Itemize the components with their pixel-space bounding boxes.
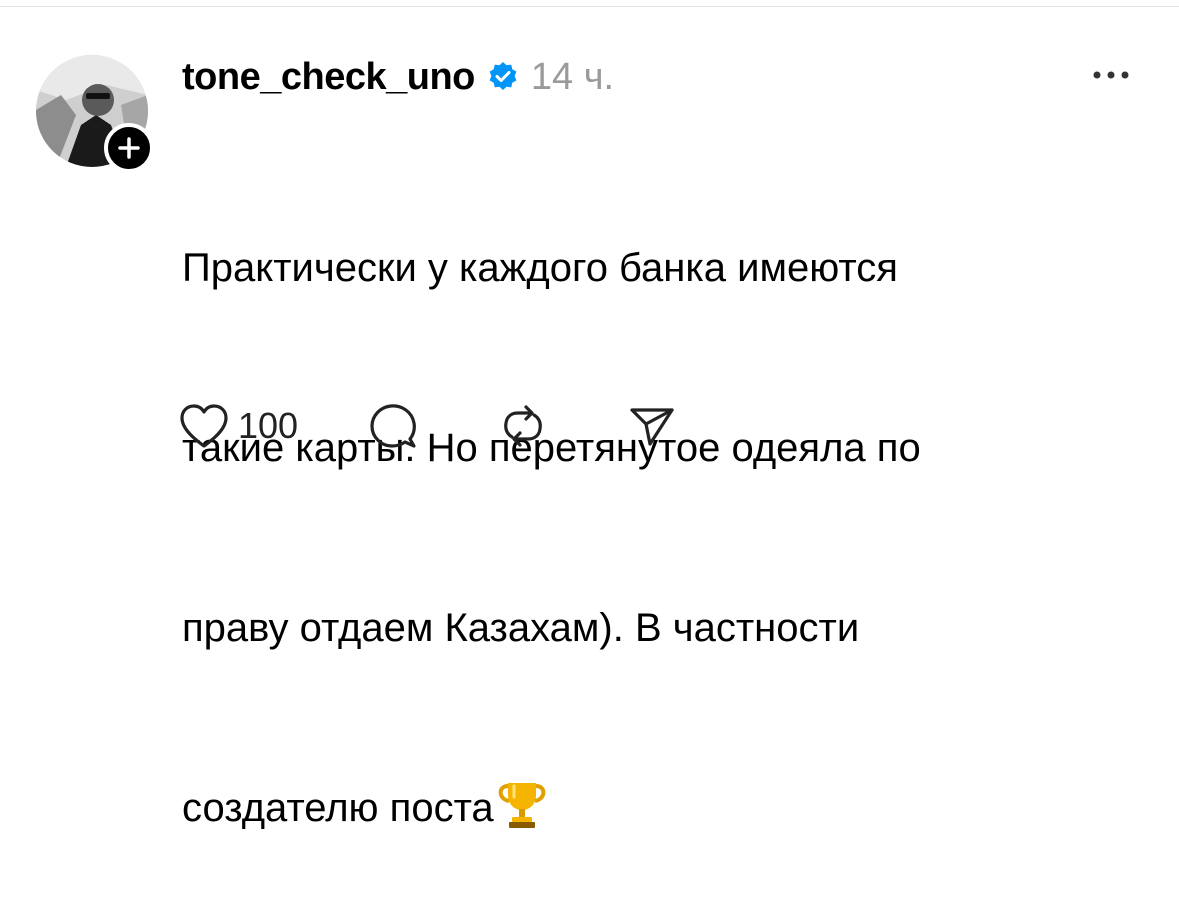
comment-icon: [370, 404, 417, 448]
share-icon: [630, 408, 674, 446]
share-button[interactable]: [628, 402, 676, 450]
post-text-line: создателю поста: [182, 786, 494, 830]
verified-badge-icon: [487, 61, 519, 93]
more-options-button[interactable]: [1086, 60, 1136, 90]
repost-button[interactable]: [498, 401, 548, 451]
action-bar: 100: [178, 396, 676, 456]
avatar-container[interactable]: [36, 55, 154, 173]
top-divider: [0, 6, 1179, 7]
post-header: tone_check_uno 14 ч.: [182, 52, 614, 102]
post-text-line: Практически у каждого банка имеются: [182, 246, 898, 290]
like-button[interactable]: 100: [178, 402, 298, 450]
heart-icon: [180, 404, 228, 448]
username[interactable]: tone_check_uno: [182, 52, 475, 102]
follow-button[interactable]: [104, 123, 154, 173]
post-text: Практически у каждого банка имеются таки…: [182, 118, 1102, 906]
trophy-icon: [496, 779, 548, 846]
repost-icon: [504, 405, 542, 447]
comment-button[interactable]: [368, 401, 418, 451]
plus-icon: [118, 137, 140, 159]
post-text-line: праву отдаем Казахам). В частности: [182, 606, 860, 650]
more-icon: [1093, 71, 1129, 79]
like-count: 100: [238, 405, 299, 446]
timestamp: 14 ч.: [530, 56, 615, 98]
post-text-last-line: создателю поста: [182, 778, 1102, 846]
